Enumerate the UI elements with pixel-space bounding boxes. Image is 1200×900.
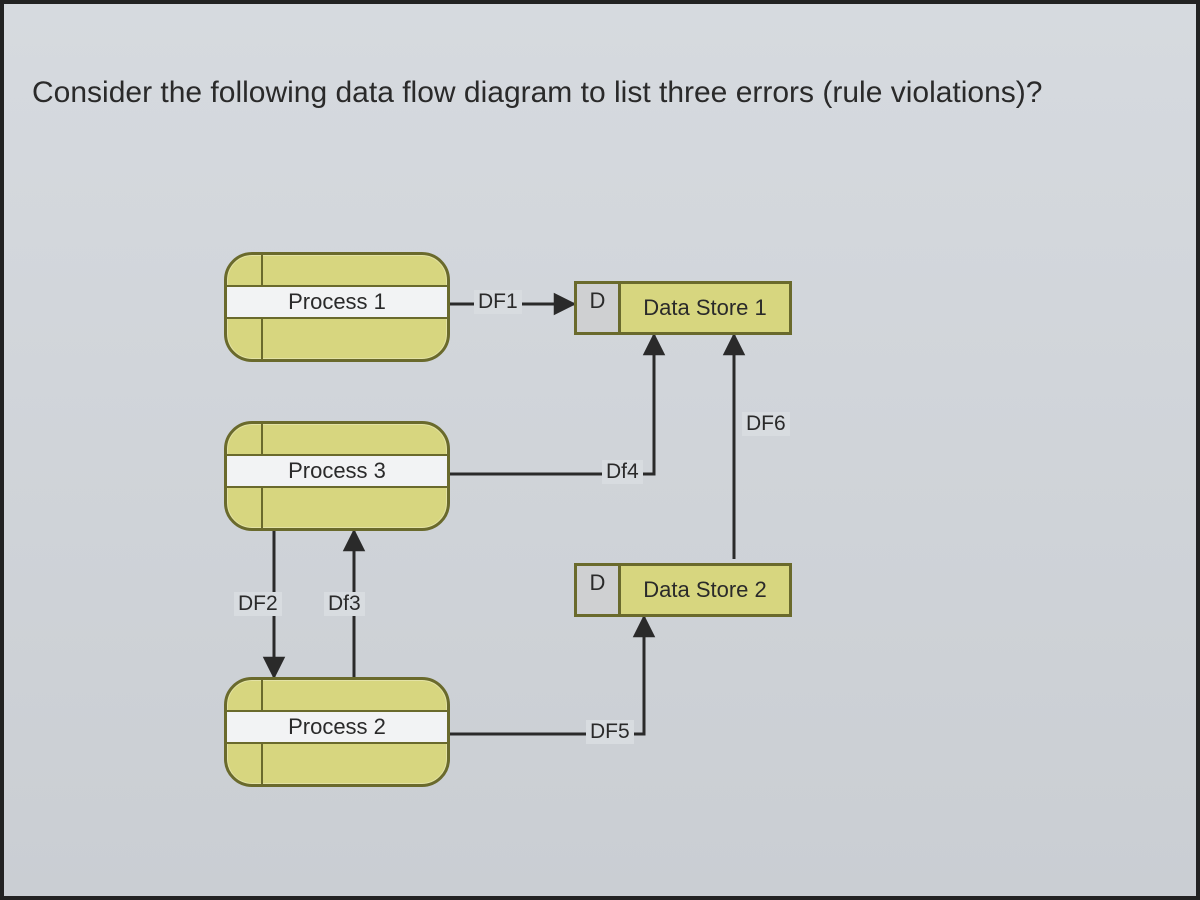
process-2: Process 2 — [224, 677, 450, 787]
diagram-canvas: Process 1 Process 3 Process 2 D Data Sto… — [4, 4, 1196, 896]
data-store-2-stub: D — [577, 566, 621, 614]
flow-label-df5: DF5 — [586, 720, 634, 744]
flow-label-df1: DF1 — [474, 290, 522, 314]
data-store-1: D Data Store 1 — [574, 281, 792, 335]
page-frame: Consider the following data flow diagram… — [0, 0, 1200, 900]
data-store-1-label: Data Store 1 — [621, 284, 789, 332]
data-store-1-stub: D — [577, 284, 621, 332]
process-3: Process 3 — [224, 421, 450, 531]
flow-label-df4: Df4 — [602, 460, 643, 484]
process-3-label: Process 3 — [227, 454, 447, 488]
data-store-2: D Data Store 2 — [574, 563, 792, 617]
flow-label-df2: DF2 — [234, 592, 282, 616]
process-2-label: Process 2 — [227, 710, 447, 744]
data-store-2-label: Data Store 2 — [621, 566, 789, 614]
flow-label-df3: Df3 — [324, 592, 365, 616]
flow-label-df6: DF6 — [742, 412, 790, 436]
connectors-layer — [4, 4, 1200, 900]
process-1: Process 1 — [224, 252, 450, 362]
process-1-label: Process 1 — [227, 285, 447, 319]
